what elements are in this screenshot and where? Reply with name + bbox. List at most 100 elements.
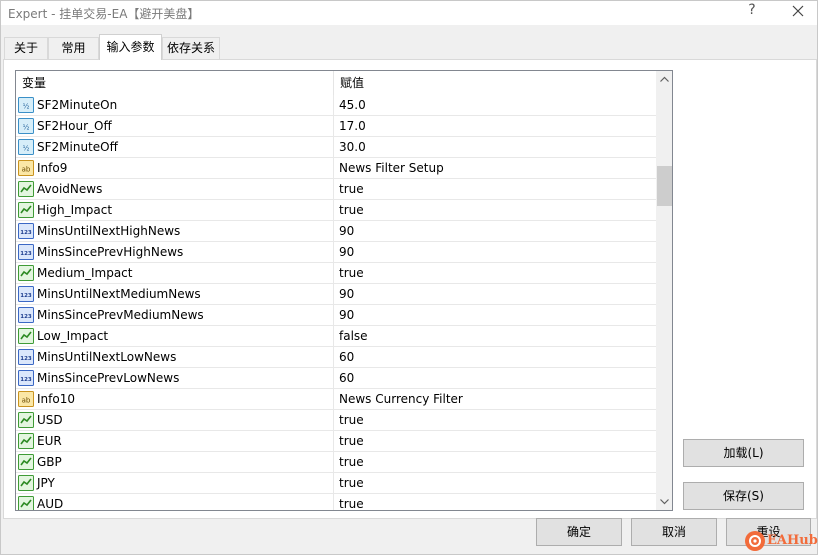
tab-inputs[interactable]: 输入参数 [99, 34, 162, 60]
bool-icon [18, 328, 34, 344]
table-row[interactable]: GBP true [16, 452, 656, 473]
variable-name: MinsUntilNextMediumNews [37, 287, 201, 301]
int-icon: 123 [18, 286, 34, 302]
variable-cell[interactable]: ½ SF2MinuteOff [16, 137, 334, 157]
close-button[interactable] [787, 0, 809, 22]
tab-common[interactable]: 常用 [48, 37, 99, 59]
svg-text:ab: ab [22, 166, 31, 174]
variable-name: EUR [37, 434, 62, 448]
variable-cell[interactable]: 123 MinsUntilNextLowNews [16, 347, 334, 367]
svg-text:123: 123 [20, 377, 32, 383]
bool-icon [18, 202, 34, 218]
variable-cell[interactable]: 123 MinsSincePrevLowNews [16, 368, 334, 388]
table-row[interactable]: ab Info9 News Filter Setup [16, 158, 656, 179]
variable-cell[interactable]: AUD [16, 494, 334, 511]
table-row[interactable]: 123 MinsSincePrevMediumNews 90 [16, 305, 656, 326]
value-cell[interactable]: true [334, 494, 656, 510]
svg-text:123: 123 [20, 251, 32, 257]
table-row[interactable]: ½ SF2Hour_Off 17.0 [16, 116, 656, 137]
header-variable[interactable]: 变量 [16, 71, 333, 95]
value-cell[interactable]: 90 [334, 305, 656, 325]
variable-cell[interactable]: ab Info9 [16, 158, 334, 178]
ok-button[interactable]: 确定 [536, 518, 622, 546]
variable-cell[interactable]: GBP [16, 452, 334, 472]
value-cell[interactable]: true [334, 452, 656, 472]
variable-cell[interactable]: Low_Impact [16, 326, 334, 346]
variable-name: Medium_Impact [37, 266, 133, 280]
table-row[interactable]: 123 MinsUntilNextMediumNews 90 [16, 284, 656, 305]
value-cell[interactable]: true [334, 179, 656, 199]
load-button[interactable]: 加载(L) [683, 439, 804, 467]
variable-cell[interactable]: USD [16, 410, 334, 430]
table-row[interactable]: ½ SF2MinuteOff 30.0 [16, 137, 656, 158]
bool-icon [18, 181, 34, 197]
value-cell[interactable]: true [334, 410, 656, 430]
table-row[interactable]: EUR true [16, 431, 656, 452]
variable-cell[interactable]: High_Impact [16, 200, 334, 220]
bool-icon [18, 475, 34, 491]
value-cell[interactable]: 17.0 [334, 116, 656, 136]
value-cell[interactable]: 60 [334, 347, 656, 367]
svg-text:½: ½ [23, 145, 30, 153]
ab-icon: ab [18, 391, 34, 407]
vertical-scrollbar[interactable] [656, 71, 672, 510]
variable-cell[interactable]: 123 MinsUntilNextMediumNews [16, 284, 334, 304]
table-row[interactable]: JPY true [16, 473, 656, 494]
value-cell[interactable]: 30.0 [334, 137, 656, 157]
table-row[interactable]: ab Info10 News Currency Filter [16, 389, 656, 410]
table-row[interactable]: 123 MinsUntilNextLowNews 60 [16, 347, 656, 368]
table-row[interactable]: AvoidNews true [16, 179, 656, 200]
variable-cell[interactable]: ab Info10 [16, 389, 334, 409]
value-cell[interactable]: News Currency Filter [334, 389, 656, 409]
tab-about[interactable]: 关于 [4, 37, 48, 59]
svg-text:½: ½ [23, 103, 30, 111]
value-cell[interactable]: false [334, 326, 656, 346]
bool-icon [18, 412, 34, 428]
variable-name: AUD [37, 497, 64, 511]
variable-cell[interactable]: ½ SF2Hour_Off [16, 116, 334, 136]
half-icon: ½ [18, 139, 34, 155]
grid-rows: ½ SF2MinuteOn 45.0 ½ SF2Hour_Off 17.0 ½ SF2Minu… [16, 95, 656, 511]
value-cell[interactable]: true [334, 263, 656, 283]
scroll-up-arrow-icon[interactable] [656, 71, 672, 88]
variable-cell[interactable]: 123 MinsUntilNextHighNews [16, 221, 334, 241]
variable-cell[interactable]: ½ SF2MinuteOn [16, 95, 334, 115]
value-cell[interactable]: 90 [334, 284, 656, 304]
value-cell[interactable]: true [334, 431, 656, 451]
scroll-down-arrow-icon[interactable] [656, 493, 672, 510]
variable-cell[interactable]: AvoidNews [16, 179, 334, 199]
table-row[interactable]: USD true [16, 410, 656, 431]
tab-dependencies[interactable]: 依存关系 [162, 37, 220, 59]
svg-text:½: ½ [23, 124, 30, 132]
table-row[interactable]: AUD true [16, 494, 656, 511]
scroll-thumb[interactable] [657, 166, 672, 206]
parameters-grid: 变量 赋值 ½ SF2MinuteOn 45.0 ½ SF2Hour_Off 17.0 ½ S… [15, 70, 673, 511]
int-icon: 123 [18, 307, 34, 323]
value-cell[interactable]: true [334, 473, 656, 493]
value-cell[interactable]: 60 [334, 368, 656, 388]
value-cell[interactable]: News Filter Setup [334, 158, 656, 178]
save-button[interactable]: 保存(S) [683, 482, 804, 510]
table-row[interactable]: 123 MinsUntilNextHighNews 90 [16, 221, 656, 242]
value-cell[interactable]: 90 [334, 221, 656, 241]
table-row[interactable]: 123 MinsSincePrevLowNews 60 [16, 368, 656, 389]
value-cell[interactable]: 45.0 [334, 95, 656, 115]
bool-icon [18, 433, 34, 449]
variable-cell[interactable]: Medium_Impact [16, 263, 334, 283]
variable-cell[interactable]: EUR [16, 431, 334, 451]
variable-cell[interactable]: 123 MinsSincePrevMediumNews [16, 305, 334, 325]
header-value[interactable]: 赋值 [334, 71, 656, 95]
table-row[interactable]: Low_Impact false [16, 326, 656, 347]
table-row[interactable]: Medium_Impact true [16, 263, 656, 284]
table-row[interactable]: High_Impact true [16, 200, 656, 221]
value-cell[interactable]: 90 [334, 242, 656, 262]
table-row[interactable]: 123 MinsSincePrevHighNews 90 [16, 242, 656, 263]
value-cell[interactable]: true [334, 200, 656, 220]
variable-name: MinsUntilNextHighNews [37, 224, 181, 238]
variable-cell[interactable]: 123 MinsSincePrevHighNews [16, 242, 334, 262]
variable-cell[interactable]: JPY [16, 473, 334, 493]
help-button[interactable]: ? [743, 2, 761, 18]
cancel-button[interactable]: 取消 [631, 518, 717, 546]
variable-name: Info9 [37, 161, 68, 175]
table-row[interactable]: ½ SF2MinuteOn 45.0 [16, 95, 656, 116]
